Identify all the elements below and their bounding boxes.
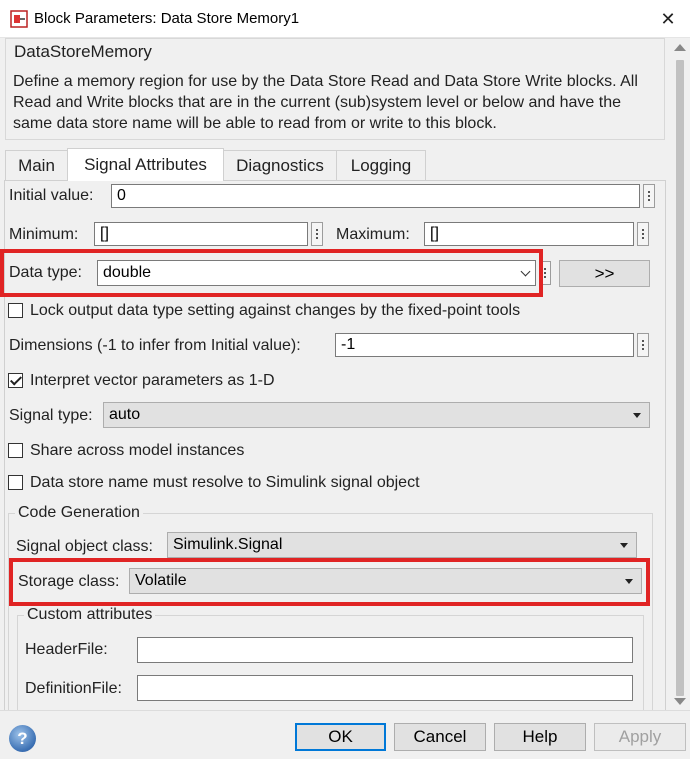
scroll-up-arrow-icon[interactable]	[674, 44, 686, 51]
minimum-label: Minimum:	[9, 226, 79, 243]
lock-output-label: Lock output data type setting against ch…	[30, 302, 521, 319]
scrollbar-thumb[interactable]	[676, 60, 684, 696]
signal-type-label: Signal type:	[9, 407, 93, 424]
resolve-signal-label: Data store name must resolve to Simulink…	[30, 474, 420, 491]
share-instances-label: Share across model instances	[30, 442, 245, 459]
dialog-footer: ? OK Cancel Help Apply	[0, 710, 690, 759]
data-type-value: double	[103, 264, 152, 281]
tab-signal-attributes[interactable]: Signal Attributes	[67, 148, 224, 181]
interpret-vector-label: Interpret vector parameters as 1-D	[30, 372, 275, 389]
signal-object-class-value: Simulink.Signal	[173, 536, 283, 553]
storage-class-value: Volatile	[135, 572, 187, 589]
block-description: Define a memory region for use by the Da…	[13, 73, 638, 132]
help-button[interactable]: Help	[494, 723, 586, 751]
storage-class-dropdown[interactable]: Volatile	[129, 568, 642, 594]
signal-type-value: auto	[109, 406, 141, 423]
interpret-vector-checkbox[interactable]	[8, 373, 23, 388]
dropdown-arrow-icon	[633, 413, 641, 418]
definition-file-label: DefinitionFile:	[25, 680, 122, 697]
scroll-down-arrow-icon[interactable]	[674, 698, 686, 705]
code-generation-title: Code Generation	[15, 504, 143, 522]
dropdown-arrow-icon	[625, 579, 633, 584]
lock-output-checkbox[interactable]	[8, 303, 23, 318]
cancel-button[interactable]: Cancel	[394, 723, 486, 751]
minimum-more-icon[interactable]	[311, 222, 323, 246]
share-instances-checkbox[interactable]	[8, 443, 23, 458]
window-title: Block Parameters: Data Store Memory1	[34, 10, 300, 27]
minimum-field[interactable]: []	[94, 222, 308, 246]
dimensions-more-icon[interactable]	[637, 333, 649, 357]
tab-diagnostics[interactable]: Diagnostics	[223, 150, 337, 180]
data-type-label: Data type:	[9, 264, 82, 281]
dimensions-field[interactable]: -1	[335, 333, 634, 357]
tab-main[interactable]: Main	[5, 150, 68, 180]
maximum-more-icon[interactable]	[637, 222, 649, 246]
maximum-label: Maximum:	[336, 226, 410, 243]
resolve-signal-checkbox[interactable]	[8, 475, 23, 490]
data-type-dropdown[interactable]: double	[97, 260, 536, 286]
apply-button[interactable]: Apply	[594, 723, 686, 751]
dropdown-arrow-icon	[620, 543, 628, 548]
ok-button[interactable]: OK	[295, 723, 386, 751]
header-file-label: HeaderFile:	[25, 641, 108, 658]
description-panel: DataStoreMemory Define a memory region f…	[5, 38, 665, 140]
tab-logging[interactable]: Logging	[336, 150, 426, 180]
initial-value-field[interactable]: 0	[111, 184, 640, 208]
close-icon[interactable]: ✕	[655, 6, 681, 32]
title-bar: Block Parameters: Data Store Memory1 ✕	[0, 0, 690, 38]
signal-type-dropdown[interactable]: auto	[103, 402, 650, 428]
help-question-icon[interactable]: ?	[9, 725, 36, 752]
initial-value-label: Initial value:	[9, 187, 94, 204]
data-type-assistant-button[interactable]: >>	[559, 260, 650, 287]
header-file-field[interactable]	[137, 637, 633, 663]
dimensions-label: Dimensions (-1 to infer from Initial val…	[9, 337, 301, 354]
data-type-more-icon[interactable]	[539, 261, 551, 285]
signal-object-class-label: Signal object class:	[16, 538, 153, 555]
block-type-heading: DataStoreMemory	[14, 42, 152, 61]
maximum-field[interactable]: []	[424, 222, 634, 246]
simulink-block-icon	[10, 10, 28, 28]
chevron-down-icon	[520, 266, 531, 277]
vertical-scrollbar[interactable]	[670, 38, 690, 710]
storage-class-label: Storage class:	[18, 573, 120, 590]
definition-file-field[interactable]	[137, 675, 633, 701]
custom-attributes-title: Custom attributes	[24, 606, 156, 624]
signal-object-class-dropdown[interactable]: Simulink.Signal	[167, 532, 637, 558]
initial-value-more-icon[interactable]	[643, 184, 655, 208]
